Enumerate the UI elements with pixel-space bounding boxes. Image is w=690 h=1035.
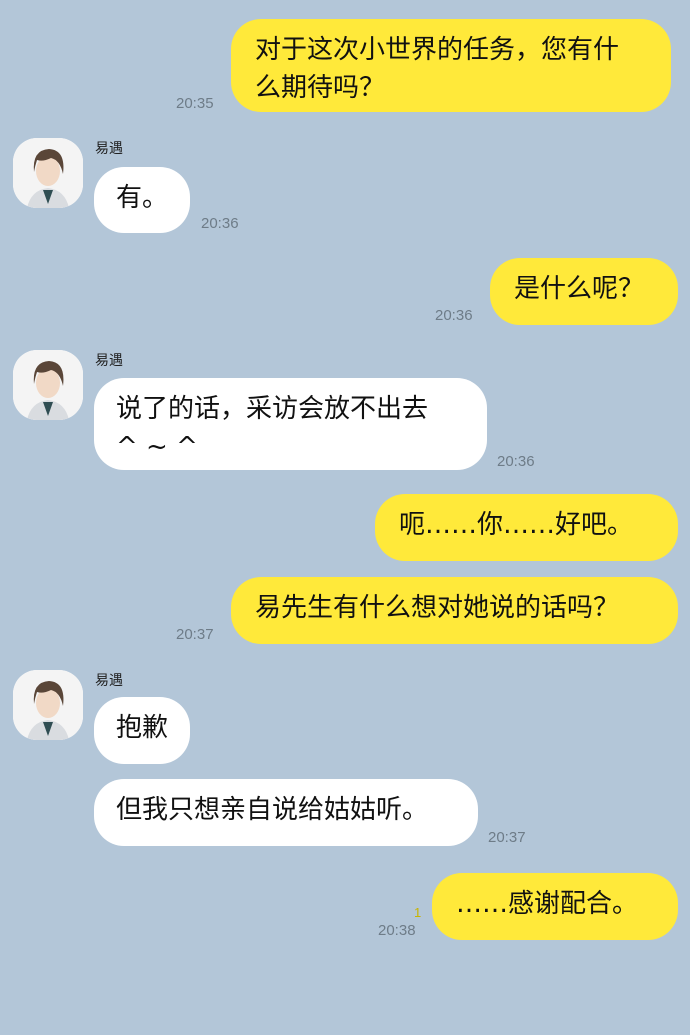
contact-name: 易遇 [95, 673, 123, 689]
message-timestamp: 20:37 [488, 829, 526, 846]
message-bubble-incoming[interactable]: 抱歉 [94, 697, 190, 764]
message-bubble-outgoing[interactable]: ……感谢配合。 [432, 873, 678, 940]
contact-name: 易遇 [95, 353, 123, 369]
read-count: 1 [414, 905, 422, 920]
contact-avatar[interactable] [13, 670, 83, 740]
contact-name: 易遇 [95, 141, 123, 157]
portrait-icon [13, 350, 83, 420]
portrait-icon [13, 138, 83, 208]
message-bubble-incoming[interactable]: 有。 [94, 167, 190, 233]
message-bubble-outgoing[interactable]: 是什么呢？ [490, 258, 678, 325]
contact-avatar[interactable] [13, 138, 83, 208]
message-bubble-incoming[interactable]: 但我只想亲自说给姑姑听。 [94, 779, 478, 846]
contact-avatar[interactable] [13, 350, 83, 420]
message-bubble-incoming[interactable]: 说了的话，采访会放不出去 ^ ~ ^ [94, 378, 487, 470]
message-timestamp: 20:36 [497, 453, 535, 470]
message-timestamp: 20:37 [176, 626, 214, 643]
message-bubble-outgoing[interactable]: 呃……你……好吧。 [375, 494, 678, 561]
message-timestamp: 20:38 [378, 922, 416, 939]
message-timestamp: 20:36 [435, 307, 473, 324]
portrait-icon [13, 670, 83, 740]
message-bubble-outgoing[interactable]: 易先生有什么想对她说的话吗？ [231, 577, 678, 644]
message-bubble-outgoing[interactable]: 对于这次小世界的任务，您有什 么期待吗？ [231, 19, 671, 112]
message-timestamp: 20:35 [176, 95, 214, 112]
message-timestamp: 20:36 [201, 215, 239, 232]
